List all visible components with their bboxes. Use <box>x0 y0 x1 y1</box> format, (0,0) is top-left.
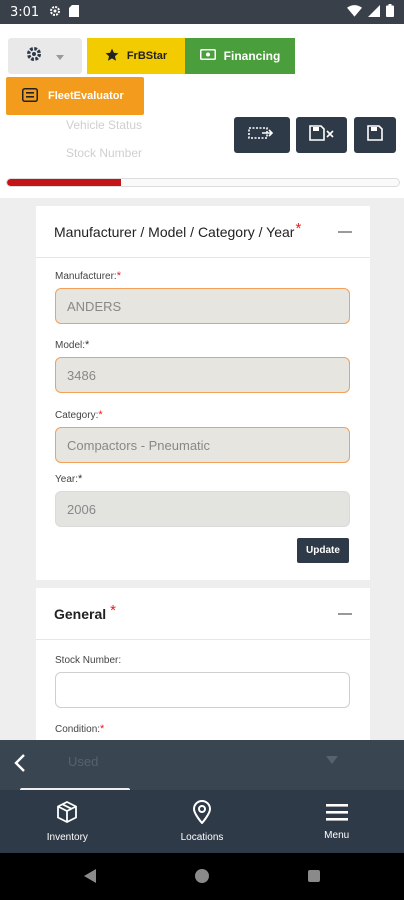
mmcy-section-header[interactable]: Manufacturer / Model / Category / Year * <box>36 206 370 258</box>
manufacturer-field[interactable]: ANDERS <box>55 288 350 324</box>
system-recents-icon[interactable] <box>308 870 320 882</box>
collapse-icon[interactable] <box>338 612 352 615</box>
required-marker: * <box>110 602 116 619</box>
save-button[interactable] <box>354 117 396 153</box>
hamburger-menu-icon <box>325 802 349 825</box>
gear-icon <box>26 46 42 67</box>
category-label: Category:* <box>55 409 103 421</box>
system-home-icon[interactable] <box>195 869 209 883</box>
financing-button[interactable]: Financing <box>185 38 295 74</box>
model-field[interactable]: 3486 <box>55 357 350 393</box>
transfer-icon <box>248 125 276 146</box>
fleet-evaluator-label: FleetEvaluator <box>48 90 124 102</box>
general-section-header[interactable]: General * <box>36 588 370 640</box>
financing-label: Financing <box>223 49 281 63</box>
money-bill-icon <box>199 49 216 63</box>
header: Vehicle Status Stock Number FrBStar Fina… <box>0 24 404 198</box>
sd-card-status-icon <box>69 4 80 20</box>
bottom-navigation: Inventory Locations Menu <box>0 790 404 853</box>
progress-fill <box>7 179 121 186</box>
wifi-icon <box>347 4 362 20</box>
condition-label: Condition:* <box>55 723 105 735</box>
signal-icon <box>368 4 380 20</box>
manufacturer-label: Manufacturer:* <box>55 270 121 282</box>
clipboard-list-icon <box>22 87 38 105</box>
manufacturer-model-category-year-card: Manufacturer / Model / Category / Year *… <box>36 206 370 580</box>
save-icon <box>367 124 383 146</box>
update-button[interactable]: Update <box>297 538 349 563</box>
settings-dropdown-button[interactable] <box>8 38 82 74</box>
general-section-title: General <box>54 605 107 622</box>
star-icon <box>105 48 119 65</box>
form-scroll-area[interactable]: Manufacturer / Model / Category / Year *… <box>0 198 404 740</box>
chevron-down-icon[interactable] <box>326 756 338 764</box>
nav-menu-label: Menu <box>324 830 350 841</box>
bottom-sheet: Used <box>0 740 404 792</box>
nav-menu[interactable]: Menu <box>269 790 404 853</box>
condition-select-value[interactable]: Used <box>68 754 98 769</box>
stock-number-label: Stock Number: <box>55 655 122 666</box>
battery-icon <box>386 4 394 20</box>
ghost-label-vehicle-status: Vehicle Status <box>66 118 143 132</box>
settings-status-icon <box>49 5 61 20</box>
fleet-evaluator-button[interactable]: FleetEvaluator <box>6 77 144 115</box>
nav-inventory[interactable]: Inventory <box>0 790 135 853</box>
back-chevron-icon[interactable] <box>14 753 26 779</box>
year-field[interactable]: 2006 <box>55 491 350 527</box>
save-cancel-icon <box>308 124 335 146</box>
frbstar-label: FrBStar <box>126 50 168 62</box>
nav-inventory-label: Inventory <box>46 832 88 843</box>
box-icon <box>55 800 79 827</box>
collapse-icon[interactable] <box>338 230 352 233</box>
stock-number-input[interactable] <box>55 672 350 708</box>
transfer-button[interactable] <box>234 117 290 153</box>
year-label: Year:* <box>55 473 83 485</box>
nav-locations-label: Locations <box>180 832 224 843</box>
map-pin-icon <box>192 800 212 827</box>
required-marker: * <box>295 220 302 237</box>
category-field[interactable]: Compactors - Pneumatic <box>55 427 350 463</box>
status-bar: 3:01 <box>0 0 404 24</box>
system-back-icon[interactable] <box>84 869 96 883</box>
frbstar-button[interactable]: FrBStar <box>87 38 185 74</box>
chevron-down-icon <box>56 47 64 65</box>
nav-locations[interactable]: Locations <box>135 790 270 853</box>
progress-bar <box>6 178 400 187</box>
mmcy-section-title: Manufacturer / Model / Category / Year <box>54 223 295 240</box>
general-card: General * Stock Number: Condition:* <box>36 588 370 740</box>
model-label: Model:* <box>55 339 90 351</box>
ghost-label-stock-number: Stock Number <box>66 146 143 160</box>
discard-save-button[interactable] <box>296 117 347 153</box>
system-navigation-bar <box>0 853 404 900</box>
status-time: 3:01 <box>10 4 40 20</box>
